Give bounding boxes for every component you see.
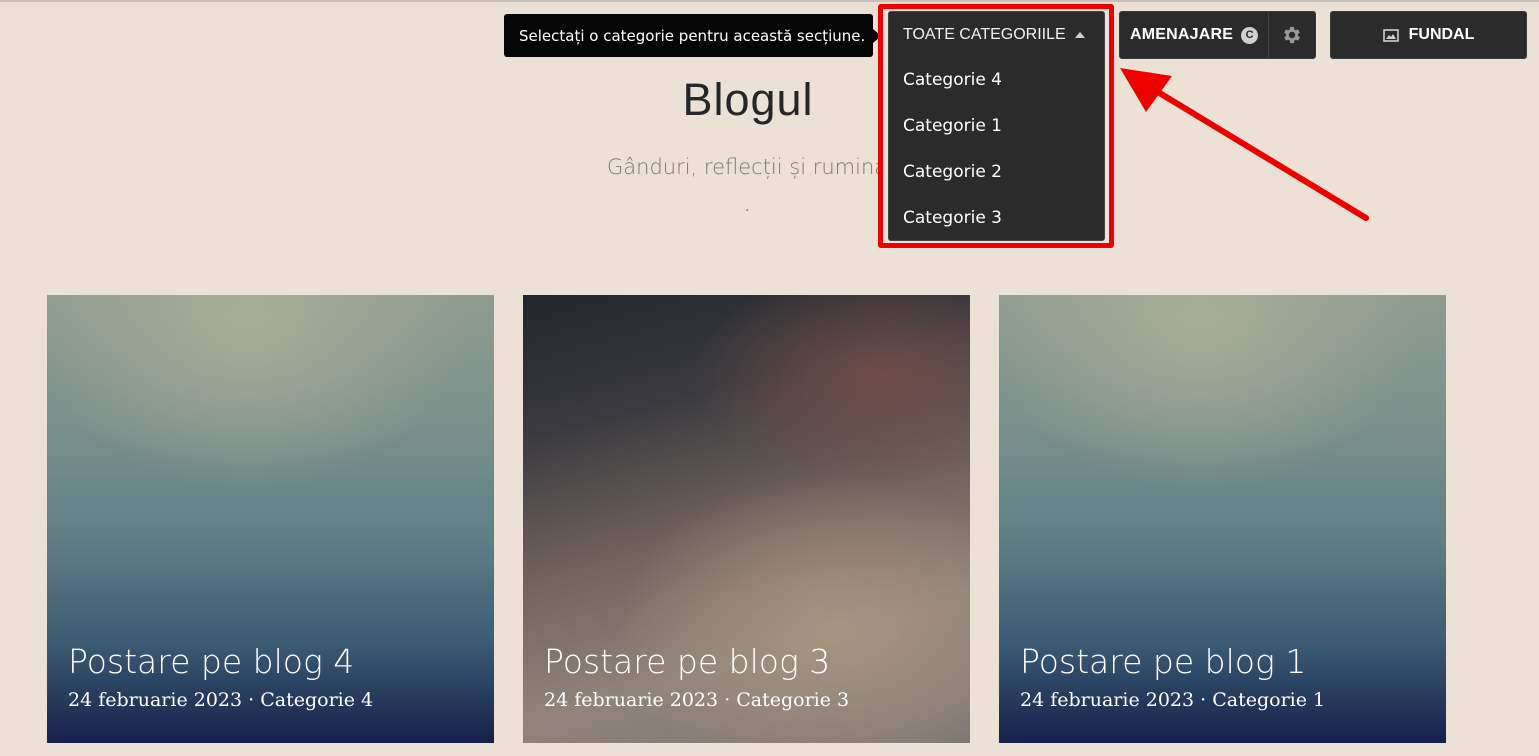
caret-up-icon: [1074, 31, 1085, 38]
post-meta: 24 februarie 2023 · Categorie 3: [544, 689, 850, 711]
layout-badge: C: [1241, 26, 1259, 44]
subtitle-dot: .: [745, 198, 750, 215]
background-label: FUNDAL: [1408, 26, 1475, 43]
gear-icon: [1284, 26, 1300, 44]
post-title[interactable]: Postare pe blog 4: [68, 642, 373, 681]
post-title[interactable]: Postare pe blog 3: [544, 642, 849, 681]
blog-post-card[interactable]: Postare pe blog 4 24 februarie 2023 · Ca…: [47, 295, 494, 743]
category-option[interactable]: Categorie 3: [889, 195, 1104, 241]
category-tooltip: Selectați o categorie pentru această sec…: [504, 14, 881, 57]
layout-label: AMENAJARE: [1130, 26, 1234, 43]
blog-post-card[interactable]: Postare pe blog 3 24 februarie 2023 · Ca…: [523, 295, 970, 743]
page-title: Blogul: [682, 74, 814, 125]
category-dropdown-selected: TOATE CATEGORIILE: [903, 25, 1066, 43]
category-dropdown-toggle[interactable]: TOATE CATEGORIILE: [889, 12, 1104, 57]
page-subtitle: Gânduri, reflecții și ruminați: [607, 155, 878, 179]
layout-button-group: AMENAJARE C: [1119, 11, 1316, 59]
background-button[interactable]: FUNDAL: [1330, 11, 1527, 59]
settings-button[interactable]: [1268, 12, 1315, 58]
post-meta: 24 februarie 2023 · Categorie 4: [68, 689, 374, 711]
layout-button[interactable]: AMENAJARE C: [1120, 12, 1268, 58]
category-dropdown[interactable]: TOATE CATEGORIILE Categorie 4 Categorie …: [888, 11, 1105, 241]
image-icon: [1382, 28, 1399, 42]
blog-post-card[interactable]: Postare pe blog 1 24 februarie 2023 · Ca…: [999, 295, 1446, 743]
tooltip-text: Selectați o categorie pentru această sec…: [519, 26, 866, 45]
post-meta: 24 februarie 2023 · Categorie 1: [1020, 689, 1326, 711]
category-option[interactable]: Categorie 2: [889, 149, 1104, 195]
post-title[interactable]: Postare pe blog 1: [1020, 642, 1325, 681]
